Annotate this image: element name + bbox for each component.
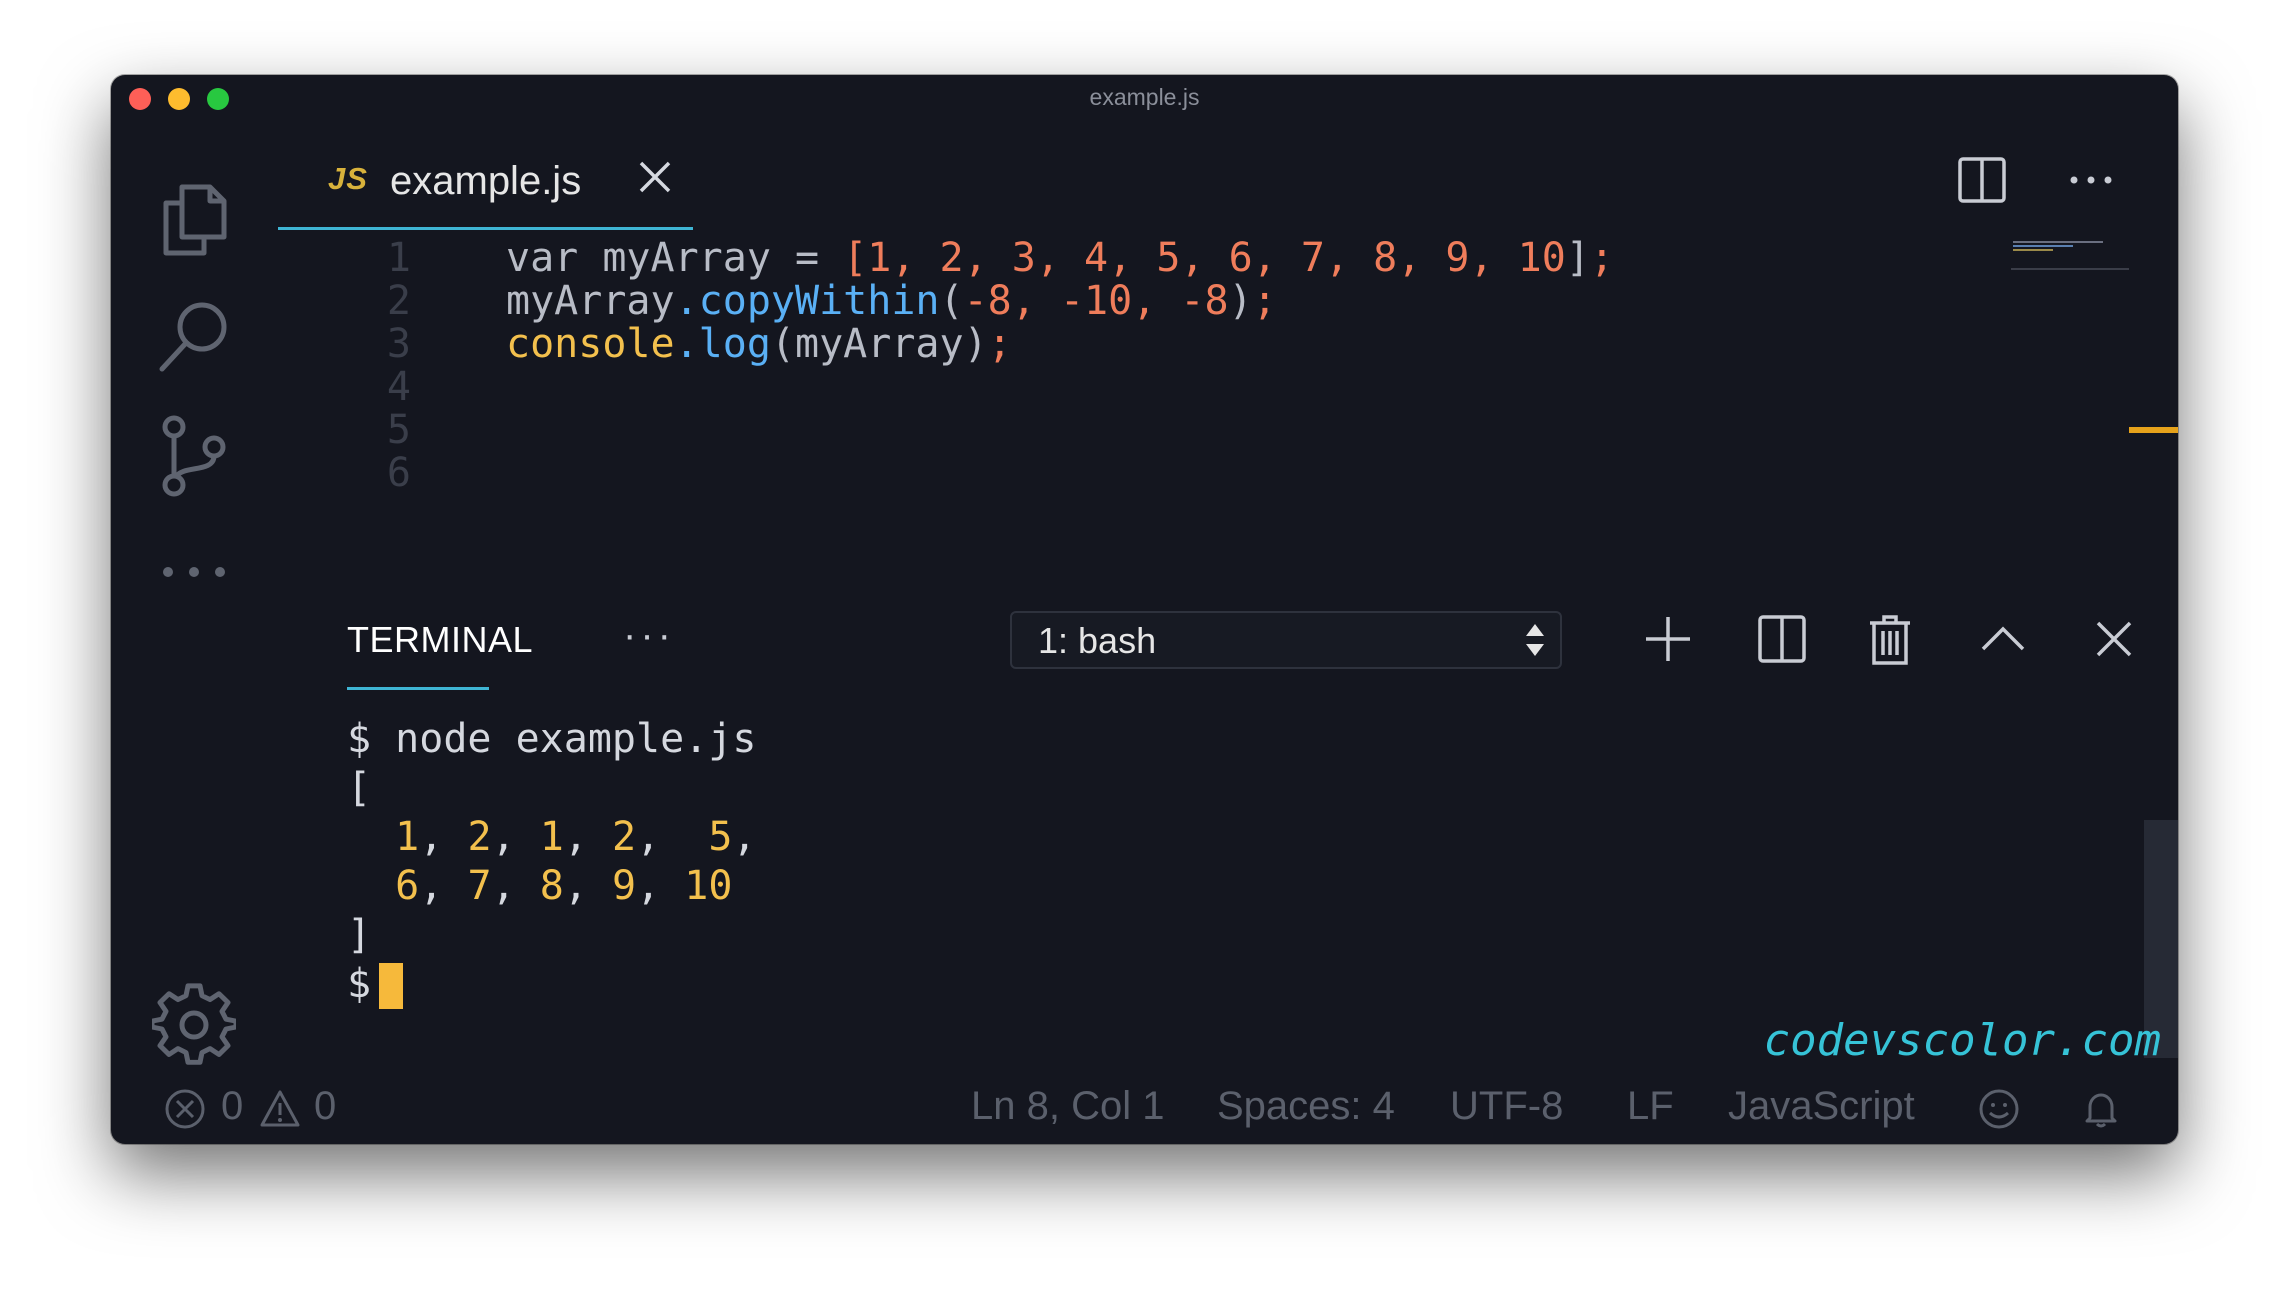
title-bar: example.js <box>111 75 2178 117</box>
select-arrows-icon <box>1526 624 1544 656</box>
indentation[interactable]: Spaces: 4 <box>1217 1084 1395 1129</box>
tab-filename: example.js <box>390 159 582 203</box>
code-text: console.log(myArray); <box>506 321 1012 367</box>
split-editor-icon[interactable] <box>1957 155 2007 205</box>
tab-terminal[interactable]: TERMINAL <box>347 619 533 661</box>
terminal-prompt[interactable]: $ <box>347 960 757 1009</box>
terminal-line: $ node example.js <box>347 716 757 762</box>
terminal-select[interactable]: 1: bash <box>1010 611 1562 669</box>
end-of-line[interactable]: LF <box>1627 1084 1674 1129</box>
tab-terminal-underline <box>347 687 489 690</box>
chevron-up-icon[interactable] <box>1973 609 2033 669</box>
editor-window: example.js JS example.js 1 var myArray =… <box>111 75 2178 1144</box>
close-icon[interactable] <box>635 157 675 197</box>
js-file-icon: JS <box>328 161 368 196</box>
bell-icon[interactable] <box>2080 1088 2122 1130</box>
terminal-line: 1, 2, 1, 2, 5, <box>395 814 757 860</box>
language-mode[interactable]: JavaScript <box>1728 1084 1915 1129</box>
close-icon[interactable] <box>2084 609 2144 669</box>
terminal-select-value: 1: bash <box>1038 620 1157 661</box>
tab-example-js[interactable]: JS example.js <box>278 117 693 230</box>
terminal-line: 6, 7, 8, 9, 10 <box>395 863 733 909</box>
cursor-position[interactable]: Ln 8, Col 1 <box>971 1084 1164 1129</box>
feedback-smiley-icon[interactable] <box>1978 1088 2020 1130</box>
window-title: example.js <box>1089 84 1200 110</box>
trash-icon[interactable] <box>1860 609 1920 669</box>
error-icon[interactable] <box>164 1088 206 1130</box>
encoding[interactable]: UTF-8 <box>1450 1084 1563 1129</box>
error-count[interactable]: 0 <box>221 1084 243 1129</box>
warning-icon[interactable] <box>259 1088 301 1130</box>
plus-icon[interactable] <box>1638 609 1698 669</box>
warning-count[interactable]: 0 <box>314 1084 336 1129</box>
panel-more-icon[interactable]: ··· <box>623 613 675 658</box>
watermark: codevscolor.com <box>1763 1015 2161 1066</box>
split-terminal-icon[interactable] <box>1752 609 1812 669</box>
status-bar: 0 0 Ln 8, Col 1 Spaces: 4 UTF-8 LF JavaS… <box>111 1074 2178 1144</box>
line-number: 6 <box>386 450 411 496</box>
terminal-line: [ <box>347 765 372 811</box>
terminal-line: ] <box>347 912 372 958</box>
terminal-cursor <box>379 963 404 1009</box>
terminal-output[interactable]: $ node example.js[ 1, 2, 1, 2, 5, 6, 7, … <box>347 715 757 1009</box>
more-actions-icon[interactable] <box>2066 160 2116 200</box>
terminal-panel: TERMINAL ··· 1: bash $ node example.js [… <box>111 575 2178 1075</box>
